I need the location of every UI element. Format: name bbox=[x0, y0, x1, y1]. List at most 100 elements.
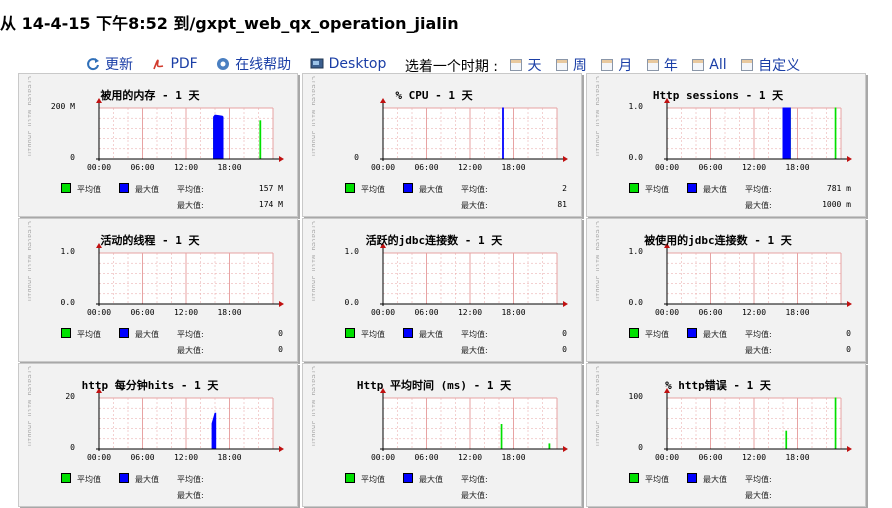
max-stat-value: 1000 m bbox=[822, 200, 851, 209]
y-tick-label: 0.0 bbox=[628, 153, 643, 162]
period-month[interactable]: 月 bbox=[601, 55, 632, 75]
side-label-text: Created with JRobin bbox=[594, 366, 599, 446]
graph-panel[interactable]: Http sessions - 1 天 1.0 0.0 00:00 06:00 12:00… bbox=[586, 73, 866, 217]
refresh-link[interactable]: 更新 bbox=[86, 54, 133, 74]
x-tick-label: 06:00 bbox=[414, 453, 439, 462]
help-label: 在线帮助 bbox=[235, 57, 292, 73]
max-stat-label: 最大值: bbox=[745, 201, 772, 210]
y-tick-label: 200 M bbox=[50, 102, 75, 111]
x-axis-arrow bbox=[847, 156, 852, 162]
series-area bbox=[782, 107, 791, 160]
x-tick-label: 06:00 bbox=[130, 453, 155, 462]
x-tick-label: 18:00 bbox=[217, 163, 242, 172]
legend-avg-swatch bbox=[629, 183, 639, 193]
y-tick-label: 0 bbox=[70, 153, 75, 162]
legend-avg-swatch bbox=[61, 328, 71, 338]
max-stat-label: 最大值: bbox=[461, 346, 488, 355]
refresh-label: 更新 bbox=[105, 57, 133, 73]
legend-max-swatch bbox=[119, 328, 129, 338]
period-day[interactable]: 天 bbox=[510, 55, 541, 75]
side-label-text: Created with JRobin bbox=[594, 221, 599, 301]
period-all[interactable]: All bbox=[692, 57, 727, 73]
x-tick-label: 18:00 bbox=[785, 453, 810, 462]
graph-panel[interactable]: Http 平均时间 (ms) - 1 天 00:00 06:00 12:00 18:00… bbox=[302, 363, 582, 507]
period-custom[interactable]: 自定义 bbox=[741, 55, 800, 75]
legend-max-swatch bbox=[119, 183, 129, 193]
period-year[interactable]: 年 bbox=[646, 55, 678, 75]
refresh-icon bbox=[87, 58, 99, 71]
x-tick-label: 00:00 bbox=[370, 163, 396, 172]
pdf-label: PDF bbox=[170, 56, 198, 72]
avg-stat-value: 2 bbox=[562, 184, 567, 193]
calendar-icon bbox=[692, 59, 705, 71]
graph-title: http 每分钟hits - 1 天 bbox=[81, 379, 219, 392]
help-link[interactable]: 在线帮助 bbox=[216, 54, 291, 74]
period-week[interactable]: 周 bbox=[555, 55, 587, 75]
graph-panel[interactable]: http 每分钟hits - 1 天 20 0 00:00 06:00 12:00 18:0… bbox=[18, 363, 298, 507]
legend-avg-swatch bbox=[345, 473, 355, 483]
max-stat-value: 0 bbox=[278, 345, 283, 354]
graph-panel[interactable]: 被用的内存 - 1 天 200 M 0 00:00 06:00 12:00 18:00 Cre… bbox=[18, 73, 298, 217]
side-label-text: Created with JRobin bbox=[26, 366, 31, 446]
side-label: Created with JRobin bbox=[26, 366, 31, 446]
legend-avg-label: 平均值 bbox=[645, 475, 669, 484]
side-label: Created with JRobin bbox=[26, 76, 31, 156]
graph-panel[interactable]: 活动的线程 - 1 天 1.0 0.0 00:00 06:00 12:00 18:00 Cre… bbox=[18, 218, 298, 362]
side-label-text: Created with JRobin bbox=[310, 221, 315, 301]
legend-max-label: 最大值 bbox=[135, 475, 159, 484]
avg-stat-value: 781 m bbox=[826, 184, 851, 193]
y-tick-label: 0.0 bbox=[628, 298, 643, 307]
avg-stat-label: 平均值: bbox=[745, 475, 772, 484]
x-tick-label: 12:00 bbox=[173, 308, 199, 317]
page-title: 从 14-4-15 下午8:52 到/gxpt_web_qx_operation… bbox=[0, 14, 459, 33]
series-area bbox=[502, 107, 504, 160]
x-axis-arrow bbox=[563, 156, 568, 162]
desktop-icon bbox=[310, 58, 324, 69]
x-tick-label: 12:00 bbox=[741, 308, 767, 317]
desktop-link[interactable]: Desktop bbox=[310, 56, 386, 72]
avg-stat-label: 平均值: bbox=[745, 330, 772, 339]
y-tick-label: 100 bbox=[628, 392, 643, 401]
y-tick-label: 20 bbox=[65, 392, 75, 401]
x-tick-label: 12:00 bbox=[741, 163, 767, 172]
legend-avg-swatch bbox=[345, 183, 355, 193]
x-tick-label: 00:00 bbox=[86, 308, 112, 317]
graph-panel[interactable]: % http错误 - 1 天 100 0 00:00 06:00 12:00 18:00 Cr… bbox=[586, 363, 866, 507]
avg-stat-label: 平均值: bbox=[461, 475, 488, 484]
max-stat-label: 最大值: bbox=[177, 491, 204, 500]
x-tick-label: 06:00 bbox=[130, 308, 155, 317]
side-label-text: Created with JRobin bbox=[310, 366, 315, 446]
x-tick-label: 00:00 bbox=[370, 453, 396, 462]
legend-max-swatch bbox=[119, 473, 129, 483]
calendar-icon bbox=[510, 59, 523, 71]
graph-panel[interactable]: 被使用的jdbc连接数 - 1 天 1.0 0.0 00:00 06:00 12:00 18… bbox=[586, 218, 866, 362]
side-label: Created with JRobin bbox=[594, 76, 599, 156]
avg-stat-value: 0 bbox=[562, 329, 567, 338]
period-year-label: 年 bbox=[663, 58, 678, 74]
graph-title: Http sessions - 1 天 bbox=[652, 89, 784, 102]
pdf-icon bbox=[153, 59, 164, 70]
help-icon bbox=[217, 58, 230, 70]
x-axis-arrow bbox=[847, 301, 852, 307]
graph-title: 被用的内存 - 1 天 bbox=[100, 89, 200, 102]
x-tick-label: 18:00 bbox=[501, 308, 526, 317]
x-tick-label: 00:00 bbox=[86, 163, 112, 172]
legend-max-label: 最大值 bbox=[419, 185, 443, 194]
graph-panel[interactable]: 活跃的jdbc连接数 - 1 天 1.0 0.0 00:00 06:00 12:00 18:… bbox=[302, 218, 582, 362]
max-stat-value: 81 bbox=[557, 200, 567, 209]
max-stat-label: 最大值: bbox=[461, 201, 488, 210]
legend-avg-label: 平均值 bbox=[361, 475, 385, 484]
series-area bbox=[548, 443, 551, 450]
graph-panel[interactable]: % CPU - 1 天 0 00:00 06:00 12:00 18:00 Created … bbox=[302, 73, 582, 217]
avg-stat-label: 平均值: bbox=[461, 330, 488, 339]
graph-title: % CPU - 1 天 bbox=[395, 89, 473, 102]
avg-stat-label: 平均值: bbox=[177, 330, 204, 339]
side-label: Created with JRobin bbox=[26, 221, 31, 301]
legend-max-label: 最大值 bbox=[703, 330, 727, 339]
legend-avg-label: 平均值 bbox=[361, 330, 385, 339]
max-stat-label: 最大值: bbox=[745, 491, 772, 500]
x-tick-label: 12:00 bbox=[173, 453, 199, 462]
pdf-link[interactable]: PDF bbox=[151, 56, 198, 72]
avg-stat-value: 157 M bbox=[258, 184, 283, 193]
x-tick-label: 06:00 bbox=[414, 163, 439, 172]
